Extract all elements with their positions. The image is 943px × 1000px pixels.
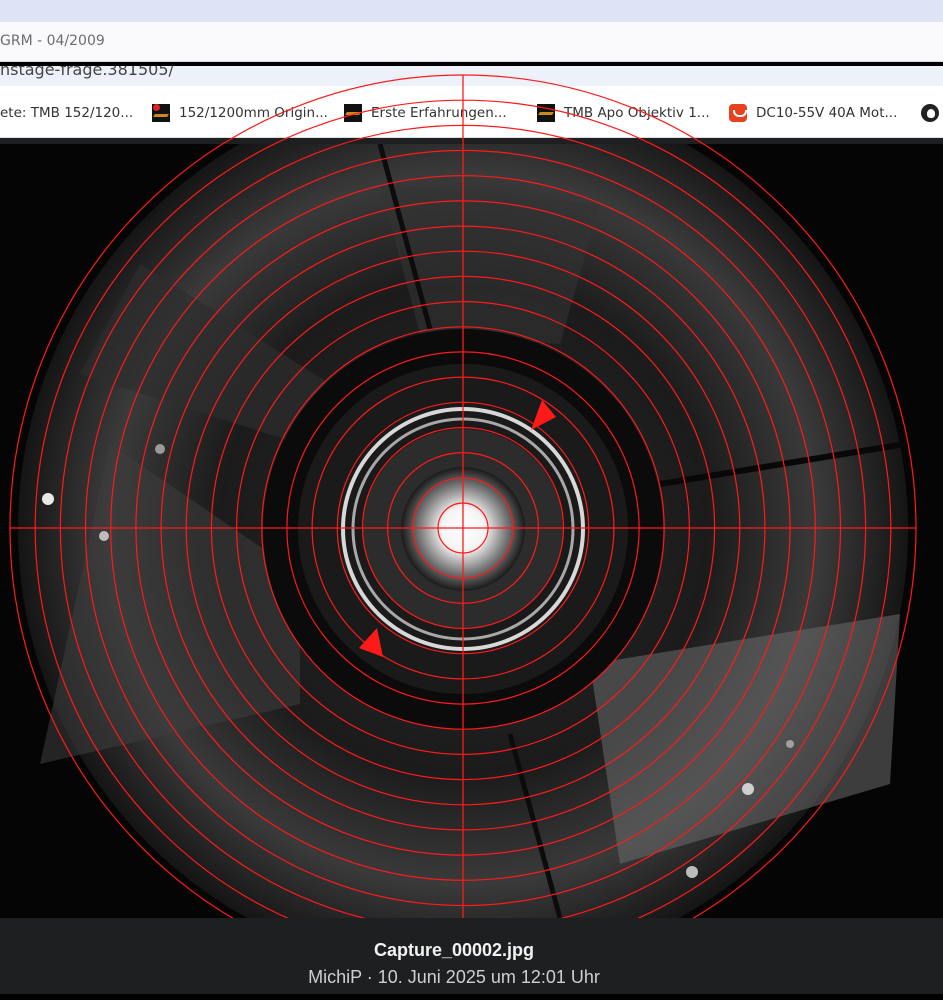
bookmark-label: TMB Apo Objektiv 1... [564, 105, 710, 121]
bookmark-item[interactable]: 152/1200mm Origin... [152, 103, 328, 123]
image-caption: Capture_00002.jpg MichiP · 10. Juni 2025… [0, 918, 943, 994]
address-bar-url: nstage-frage.381505/ [0, 66, 174, 79]
address-bar[interactable]: nstage-frage.381505/ [0, 66, 943, 86]
tmb-red-dot-icon [152, 104, 170, 122]
window-top-strip [0, 0, 943, 22]
bookmark-item[interactable]: DC10-55V 40A Mot... [729, 103, 897, 123]
bookmark-label: ete: TMB 152/120... [0, 105, 134, 121]
bookmark-item[interactable]: TMB Apo Objektiv 1... [537, 103, 710, 123]
telescope-photo[interactable] [0, 144, 943, 918]
bookmark-item-github[interactable] [921, 103, 943, 123]
window-title-bar: GRM - 04/2009 [0, 22, 943, 62]
window-title: GRM - 04/2009 [0, 33, 105, 49]
bookmarks-bar: ete: TMB 152/120... 152/1200mm Origin...… [0, 86, 943, 138]
github-icon [921, 104, 939, 122]
bookmark-label: Erste Erfahrungen... [371, 105, 507, 121]
bookmark-label: DC10-55V 40A Mot... [756, 105, 898, 121]
telescope-image [0, 144, 943, 918]
bottom-bar [0, 994, 943, 1000]
tmb-logo-icon [537, 104, 555, 122]
image-meta: MichiP · 10. Juni 2025 um 12:01 Uhr [308, 967, 600, 987]
bookmark-item[interactable]: Erste Erfahrungen... [344, 103, 507, 123]
image-filename: Capture_00002.jpg [373, 940, 535, 960]
bookmark-label: 152/1200mm Origin... [179, 105, 328, 121]
bookmark-item[interactable]: ete: TMB 152/120... [0, 103, 133, 123]
tmb-logo-icon [344, 104, 362, 122]
aliexpress-icon [729, 104, 747, 122]
